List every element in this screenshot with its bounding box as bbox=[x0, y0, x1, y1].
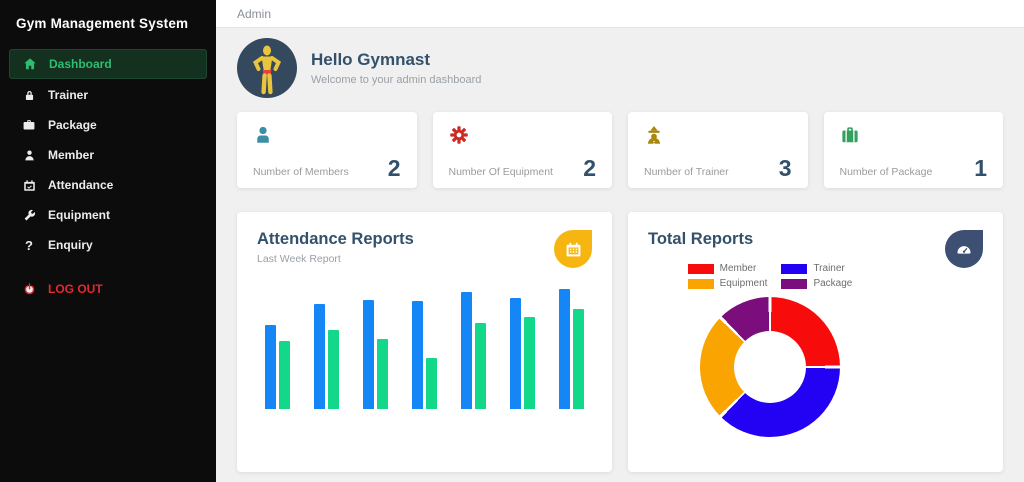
stats-row: Number of Members 2 Number Of Equipment … bbox=[237, 112, 1003, 188]
card-title: Attendance Reports bbox=[257, 230, 414, 248]
stat-card-members: Number of Members 2 bbox=[237, 112, 417, 188]
series-blue-bar[interactable] bbox=[510, 298, 521, 409]
series-green-bar[interactable] bbox=[475, 323, 486, 409]
stat-label: Number of Trainer bbox=[644, 166, 729, 178]
welcome-banner: Hello Gymnast Welcome to your admin dash… bbox=[237, 36, 1003, 108]
sidebar-item-package[interactable]: Package bbox=[0, 111, 216, 139]
series-blue-bar[interactable] bbox=[461, 292, 472, 409]
legend-label: Equipment bbox=[719, 278, 768, 289]
stat-card-trainer: Number of Trainer 3 bbox=[628, 112, 808, 188]
briefcase-icon bbox=[22, 118, 36, 132]
legend-swatch bbox=[781, 263, 808, 274]
sidebar-item-label: Enquiry bbox=[48, 238, 93, 252]
question-icon: ? bbox=[25, 237, 33, 253]
sidebar-item-label: Attendance bbox=[48, 178, 114, 192]
stat-label: Number Of Equipment bbox=[448, 166, 553, 178]
bar-group[interactable] bbox=[510, 298, 535, 409]
stat-value: 2 bbox=[583, 155, 596, 181]
stat-card-equipment: Number Of Equipment 2 bbox=[432, 112, 612, 188]
bar-group[interactable] bbox=[412, 301, 437, 409]
sidebar-item-label: Dashboard bbox=[49, 57, 112, 71]
donut-chart-wrap: Member Trainer Equipment Package bbox=[680, 263, 860, 437]
series-green-bar[interactable] bbox=[328, 330, 339, 409]
donut-hole bbox=[734, 331, 806, 403]
sidebar-item-equipment[interactable]: Equipment bbox=[0, 201, 216, 229]
legend-label: Trainer bbox=[813, 263, 845, 274]
sidebar-item-label: Package bbox=[48, 118, 97, 132]
calendar-check-icon bbox=[22, 178, 36, 192]
stat-label: Number of Members bbox=[253, 166, 349, 178]
card-title: Total Reports bbox=[648, 230, 754, 248]
card-subtitle: Last Week Report bbox=[257, 253, 341, 265]
breadcrumb: Admin bbox=[237, 6, 272, 21]
topbar: Admin bbox=[216, 0, 1024, 28]
stat-label: Number of Package bbox=[839, 166, 933, 178]
sidebar-item-label: Trainer bbox=[48, 88, 89, 102]
legend-swatch bbox=[687, 278, 714, 289]
dashboard-content: Hello Gymnast Welcome to your admin dash… bbox=[216, 28, 1024, 482]
logout-button[interactable]: LOG OUT bbox=[0, 275, 216, 303]
power-icon bbox=[22, 282, 36, 296]
series-green-bar[interactable] bbox=[279, 341, 290, 409]
lock-icon bbox=[22, 88, 36, 102]
sidebar-item-dashboard[interactable]: Dashboard bbox=[9, 49, 207, 79]
home-icon bbox=[23, 57, 37, 71]
legend-label: Package bbox=[813, 278, 853, 289]
legend-item-equipment[interactable]: Equipment bbox=[687, 278, 768, 289]
series-blue-bar[interactable] bbox=[559, 289, 570, 409]
welcome-subtitle: Welcome to your admin dashboard bbox=[311, 74, 482, 86]
member-icon bbox=[257, 126, 269, 143]
series-green-bar[interactable] bbox=[426, 358, 437, 409]
sidebar-item-attendance[interactable]: Attendance bbox=[0, 171, 216, 199]
gauge-icon bbox=[945, 230, 983, 268]
legend-label: Member bbox=[719, 263, 757, 274]
bar-group[interactable] bbox=[363, 300, 388, 409]
series-green-bar[interactable] bbox=[524, 317, 535, 409]
attendance-bar-chart[interactable] bbox=[257, 279, 592, 409]
legend-swatch bbox=[781, 278, 808, 289]
stat-card-package: Number of Package 1 bbox=[823, 112, 1003, 188]
main-area: Admin Hello Gymnast Welcome to your admi… bbox=[216, 0, 1024, 482]
bar-group[interactable] bbox=[314, 304, 339, 409]
trainer-icon bbox=[648, 126, 660, 145]
sidebar-item-label: Member bbox=[48, 148, 95, 162]
gymnast-icon bbox=[252, 45, 282, 95]
welcome-text: Hello Gymnast Welcome to your admin dash… bbox=[311, 50, 481, 86]
bar-group[interactable] bbox=[461, 292, 486, 409]
app-title: Gym Management System bbox=[16, 16, 189, 31]
logout-label: LOG OUT bbox=[48, 282, 103, 296]
sidebar-item-label: Equipment bbox=[48, 208, 110, 222]
stat-value: 3 bbox=[778, 155, 792, 181]
stat-value: 2 bbox=[387, 155, 401, 181]
legend-item-package[interactable]: Package bbox=[781, 278, 852, 289]
bar-group[interactable] bbox=[559, 289, 584, 409]
welcome-title: Hello Gymnast bbox=[311, 50, 431, 69]
suitcase-icon bbox=[841, 127, 858, 143]
stat-value: 1 bbox=[974, 155, 987, 181]
series-blue-bar[interactable] bbox=[314, 304, 325, 409]
charts-row: Attendance Reports Last Week Report Tota… bbox=[237, 212, 1003, 472]
donut-legend: Member Trainer Equipment Package bbox=[687, 263, 852, 289]
series-blue-bar[interactable] bbox=[363, 300, 374, 409]
avatar bbox=[237, 38, 297, 98]
series-blue-bar[interactable] bbox=[265, 325, 276, 409]
total-reports-donut[interactable] bbox=[700, 297, 840, 437]
sidebar-item-member[interactable]: Member bbox=[0, 141, 216, 169]
series-green-bar[interactable] bbox=[377, 339, 388, 409]
attendance-reports-card: Attendance Reports Last Week Report bbox=[237, 212, 612, 472]
user-icon bbox=[22, 148, 36, 162]
legend-item-member[interactable]: Member bbox=[687, 263, 768, 274]
legend-swatch bbox=[687, 263, 714, 274]
series-green-bar[interactable] bbox=[573, 309, 584, 409]
total-reports-card: Total Reports Member Trainer Equipment P… bbox=[628, 212, 1003, 472]
calendar-icon bbox=[554, 230, 592, 268]
gear-icon bbox=[449, 126, 468, 144]
sidebar: Gym Management System Dashboard Trainer … bbox=[0, 0, 216, 482]
series-blue-bar[interactable] bbox=[412, 301, 423, 409]
sidebar-item-enquiry[interactable]: ? Enquiry bbox=[0, 231, 216, 259]
legend-item-trainer[interactable]: Trainer bbox=[781, 263, 852, 274]
wrench-icon bbox=[22, 208, 36, 222]
sidebar-item-trainer[interactable]: Trainer bbox=[0, 81, 216, 109]
bar-group[interactable] bbox=[265, 325, 290, 409]
